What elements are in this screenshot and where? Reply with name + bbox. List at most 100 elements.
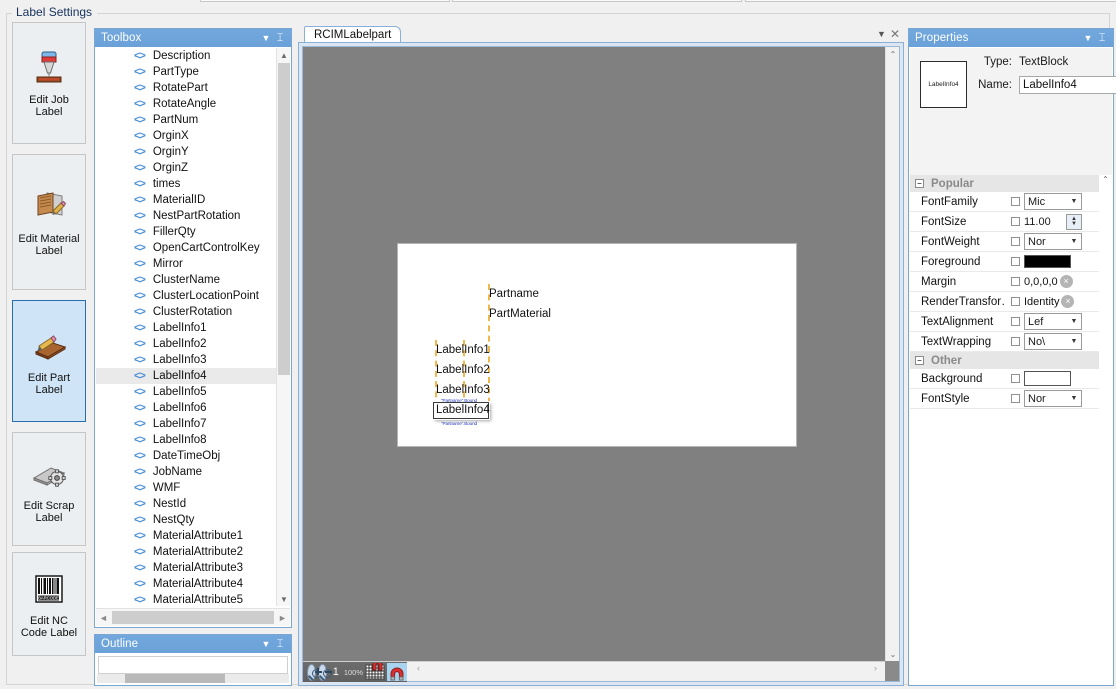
pin-icon[interactable]: ⌶ xyxy=(273,31,287,45)
pin-icon[interactable]: ⌶ xyxy=(273,637,287,651)
toolbox-item[interactable]: <>LabelInfo8 xyxy=(96,432,276,448)
property-text-value[interactable]: 0,0,0,0 xyxy=(1024,276,1058,288)
toolbox-item[interactable]: <>LabelInfo7 xyxy=(96,416,276,432)
toolbox-item[interactable]: <>times xyxy=(96,176,276,192)
toolbox-item[interactable]: <>PartNum xyxy=(96,112,276,128)
scroll-up-icon[interactable]: ⌃ xyxy=(1099,175,1112,188)
chevron-down-icon[interactable]: ▼ xyxy=(877,29,886,39)
toolbox-item[interactable]: <>MaterialID xyxy=(96,192,276,208)
close-icon[interactable]: ✕ xyxy=(890,27,900,41)
toolbox-item[interactable]: <>FillerQty xyxy=(96,224,276,240)
property-combobox[interactable]: Lef▼ xyxy=(1024,313,1082,330)
toolbox-horizontal-scrollbar[interactable]: ◄ ► xyxy=(96,608,290,626)
toolbox-item[interactable]: <>JobName xyxy=(96,464,276,480)
property-combobox[interactable]: Nor▼ xyxy=(1024,233,1082,250)
scroll-left-icon[interactable]: ◄ xyxy=(96,609,111,626)
scroll-down-icon[interactable]: ⌄ xyxy=(886,647,900,661)
property-marker-icon[interactable] xyxy=(1006,394,1024,403)
zoom-in-icon[interactable] xyxy=(307,664,316,681)
canvas-text-element[interactable]: LabelInfo3 xyxy=(436,384,490,397)
scrollbar-thumb[interactable] xyxy=(278,63,290,375)
canvas-text-element[interactable]: PartMaterial xyxy=(489,308,551,321)
chevron-down-icon[interactable]: ▼ xyxy=(1067,198,1081,205)
clear-value-icon[interactable]: × xyxy=(1060,275,1073,288)
property-marker-icon[interactable] xyxy=(1006,337,1024,346)
scroll-left-icon[interactable]: ‹ xyxy=(411,663,426,680)
chevron-down-icon[interactable]: ▼ xyxy=(259,637,273,651)
property-combobox[interactable]: Nor▼ xyxy=(1024,390,1082,407)
property-marker-icon[interactable] xyxy=(1006,257,1024,266)
chevron-down-icon[interactable]: ▼ xyxy=(1067,318,1081,325)
clear-value-icon[interactable]: × xyxy=(1061,295,1074,308)
toolbox-item[interactable]: <>MaterialAttribute1 xyxy=(96,528,276,544)
toolbox-item[interactable]: <>LabelInfo6 xyxy=(96,400,276,416)
property-spinner[interactable]: 11.00▲▼ xyxy=(1024,213,1082,230)
minus-box-icon[interactable]: – xyxy=(915,356,924,365)
toolbox-item[interactable]: <>ClusterRotation xyxy=(96,304,276,320)
label-canvas[interactable]: Partname PartMaterial LabelInfo1 LabelInfo2… xyxy=(397,243,797,447)
property-combobox[interactable]: Mic▼ xyxy=(1024,193,1082,210)
canvas-text-element[interactable]: LabelInfo4 xyxy=(436,404,490,417)
canvas-text-element[interactable]: Partname xyxy=(489,288,539,301)
toolbox-item[interactable]: <>Mirror xyxy=(96,256,276,272)
toolbox-item[interactable]: <>LabelInfo2 xyxy=(96,336,276,352)
property-combobox[interactable]: No\▼ xyxy=(1024,333,1082,350)
tab-rcimlabelpart[interactable]: RCIMLabelpart xyxy=(304,26,401,43)
toolbox-item[interactable]: <>PartType xyxy=(96,64,276,80)
toolbox-item[interactable]: <>MaterialAttribute3 xyxy=(96,560,276,576)
scrollbar-thumb-h[interactable] xyxy=(125,674,225,683)
chevron-down-icon[interactable]: ▼ xyxy=(259,31,273,45)
toolbox-item[interactable]: <>OpenCartControlKey xyxy=(96,240,276,256)
toolbox-item[interactable]: <>RotateAngle xyxy=(96,96,276,112)
rail-button-edit-material-label[interactable]: Edit Material Label xyxy=(12,154,86,290)
toolbox-item[interactable]: <>LabelInfo5 xyxy=(96,384,276,400)
toolbox-item[interactable]: <>LabelInfo3 xyxy=(96,352,276,368)
canvas-text-element[interactable]: LabelInfo1 xyxy=(436,344,490,357)
name-field[interactable] xyxy=(1019,76,1116,94)
grid-toggle-icon[interactable] xyxy=(365,663,385,681)
toolbox-vertical-scrollbar[interactable]: ▲ ▼ xyxy=(276,48,290,606)
property-marker-icon[interactable] xyxy=(1006,297,1024,306)
rail-button-edit-job-label[interactable]: Edit Job Label xyxy=(12,22,86,144)
toolbox-item[interactable]: <>ClusterName xyxy=(96,272,276,288)
property-marker-icon[interactable] xyxy=(1006,197,1024,206)
property-category-header[interactable]: –Popular xyxy=(910,175,1112,192)
toolbox-item[interactable]: <>WMF xyxy=(96,480,276,496)
chevron-down-icon[interactable]: ▼ xyxy=(1067,395,1081,402)
scrollbar-thumb-h[interactable] xyxy=(112,611,274,624)
properties-vertical-scrollbar[interactable]: ⌃ xyxy=(1099,175,1112,684)
toolbox-item[interactable]: <>OrginY xyxy=(96,144,276,160)
toolbox-item-list[interactable]: <>Description<>PartType<>RotatePart<>Rot… xyxy=(96,48,276,606)
toolbox-item[interactable]: <>ClusterLocationPoint xyxy=(96,288,276,304)
color-swatch[interactable] xyxy=(1024,255,1071,268)
property-marker-icon[interactable] xyxy=(1006,277,1024,286)
toolbox-item[interactable]: <>NestQty xyxy=(96,512,276,528)
canvas-vertical-scrollbar[interactable]: ⌃ ⌄ xyxy=(885,47,899,661)
chevron-down-icon[interactable]: ▼ xyxy=(1067,338,1081,345)
property-marker-icon[interactable] xyxy=(1006,374,1024,383)
color-swatch[interactable] xyxy=(1024,371,1071,386)
property-category-header[interactable]: –Other xyxy=(910,352,1112,369)
snap-magnet-icon[interactable] xyxy=(387,663,407,681)
rail-button-edit-nc-code-label[interactable]: BARCODEEdit NC Code Label xyxy=(12,552,86,656)
chevron-down-icon[interactable]: ▼ xyxy=(1081,31,1095,45)
scroll-down-icon[interactable]: ▼ xyxy=(277,592,290,606)
scroll-right-icon[interactable]: › xyxy=(868,663,883,680)
toolbox-item[interactable]: <>LabelInfo1 xyxy=(96,320,276,336)
scroll-up-icon[interactable]: ▲ xyxy=(277,48,290,62)
property-grid[interactable]: –PopularFontFamilyMic▼FontSize11.00▲▼Fon… xyxy=(910,175,1112,684)
minus-box-icon[interactable]: – xyxy=(915,179,924,188)
property-marker-icon[interactable] xyxy=(1006,317,1024,326)
scroll-up-icon[interactable]: ⌃ xyxy=(886,47,900,61)
property-marker-icon[interactable] xyxy=(1006,237,1024,246)
toolbox-item[interactable]: <>MaterialAttribute4 xyxy=(96,576,276,592)
property-text-value[interactable]: Identity xyxy=(1024,296,1059,308)
toolbox-item[interactable]: <>RotatePart xyxy=(96,80,276,96)
toolbox-item[interactable]: <>NestId xyxy=(96,496,276,512)
pin-icon[interactable]: ⌶ xyxy=(1095,31,1109,45)
canvas-text-element[interactable]: LabelInfo2 xyxy=(436,364,490,377)
toolbox-item[interactable]: <>LabelInfo4 xyxy=(96,368,276,384)
spinner-buttons[interactable]: ▲▼ xyxy=(1066,214,1082,230)
design-surface[interactable]: Partname PartMaterial LabelInfo1 LabelInfo2… xyxy=(303,47,885,661)
toolbox-item[interactable]: <>OrginZ xyxy=(96,160,276,176)
